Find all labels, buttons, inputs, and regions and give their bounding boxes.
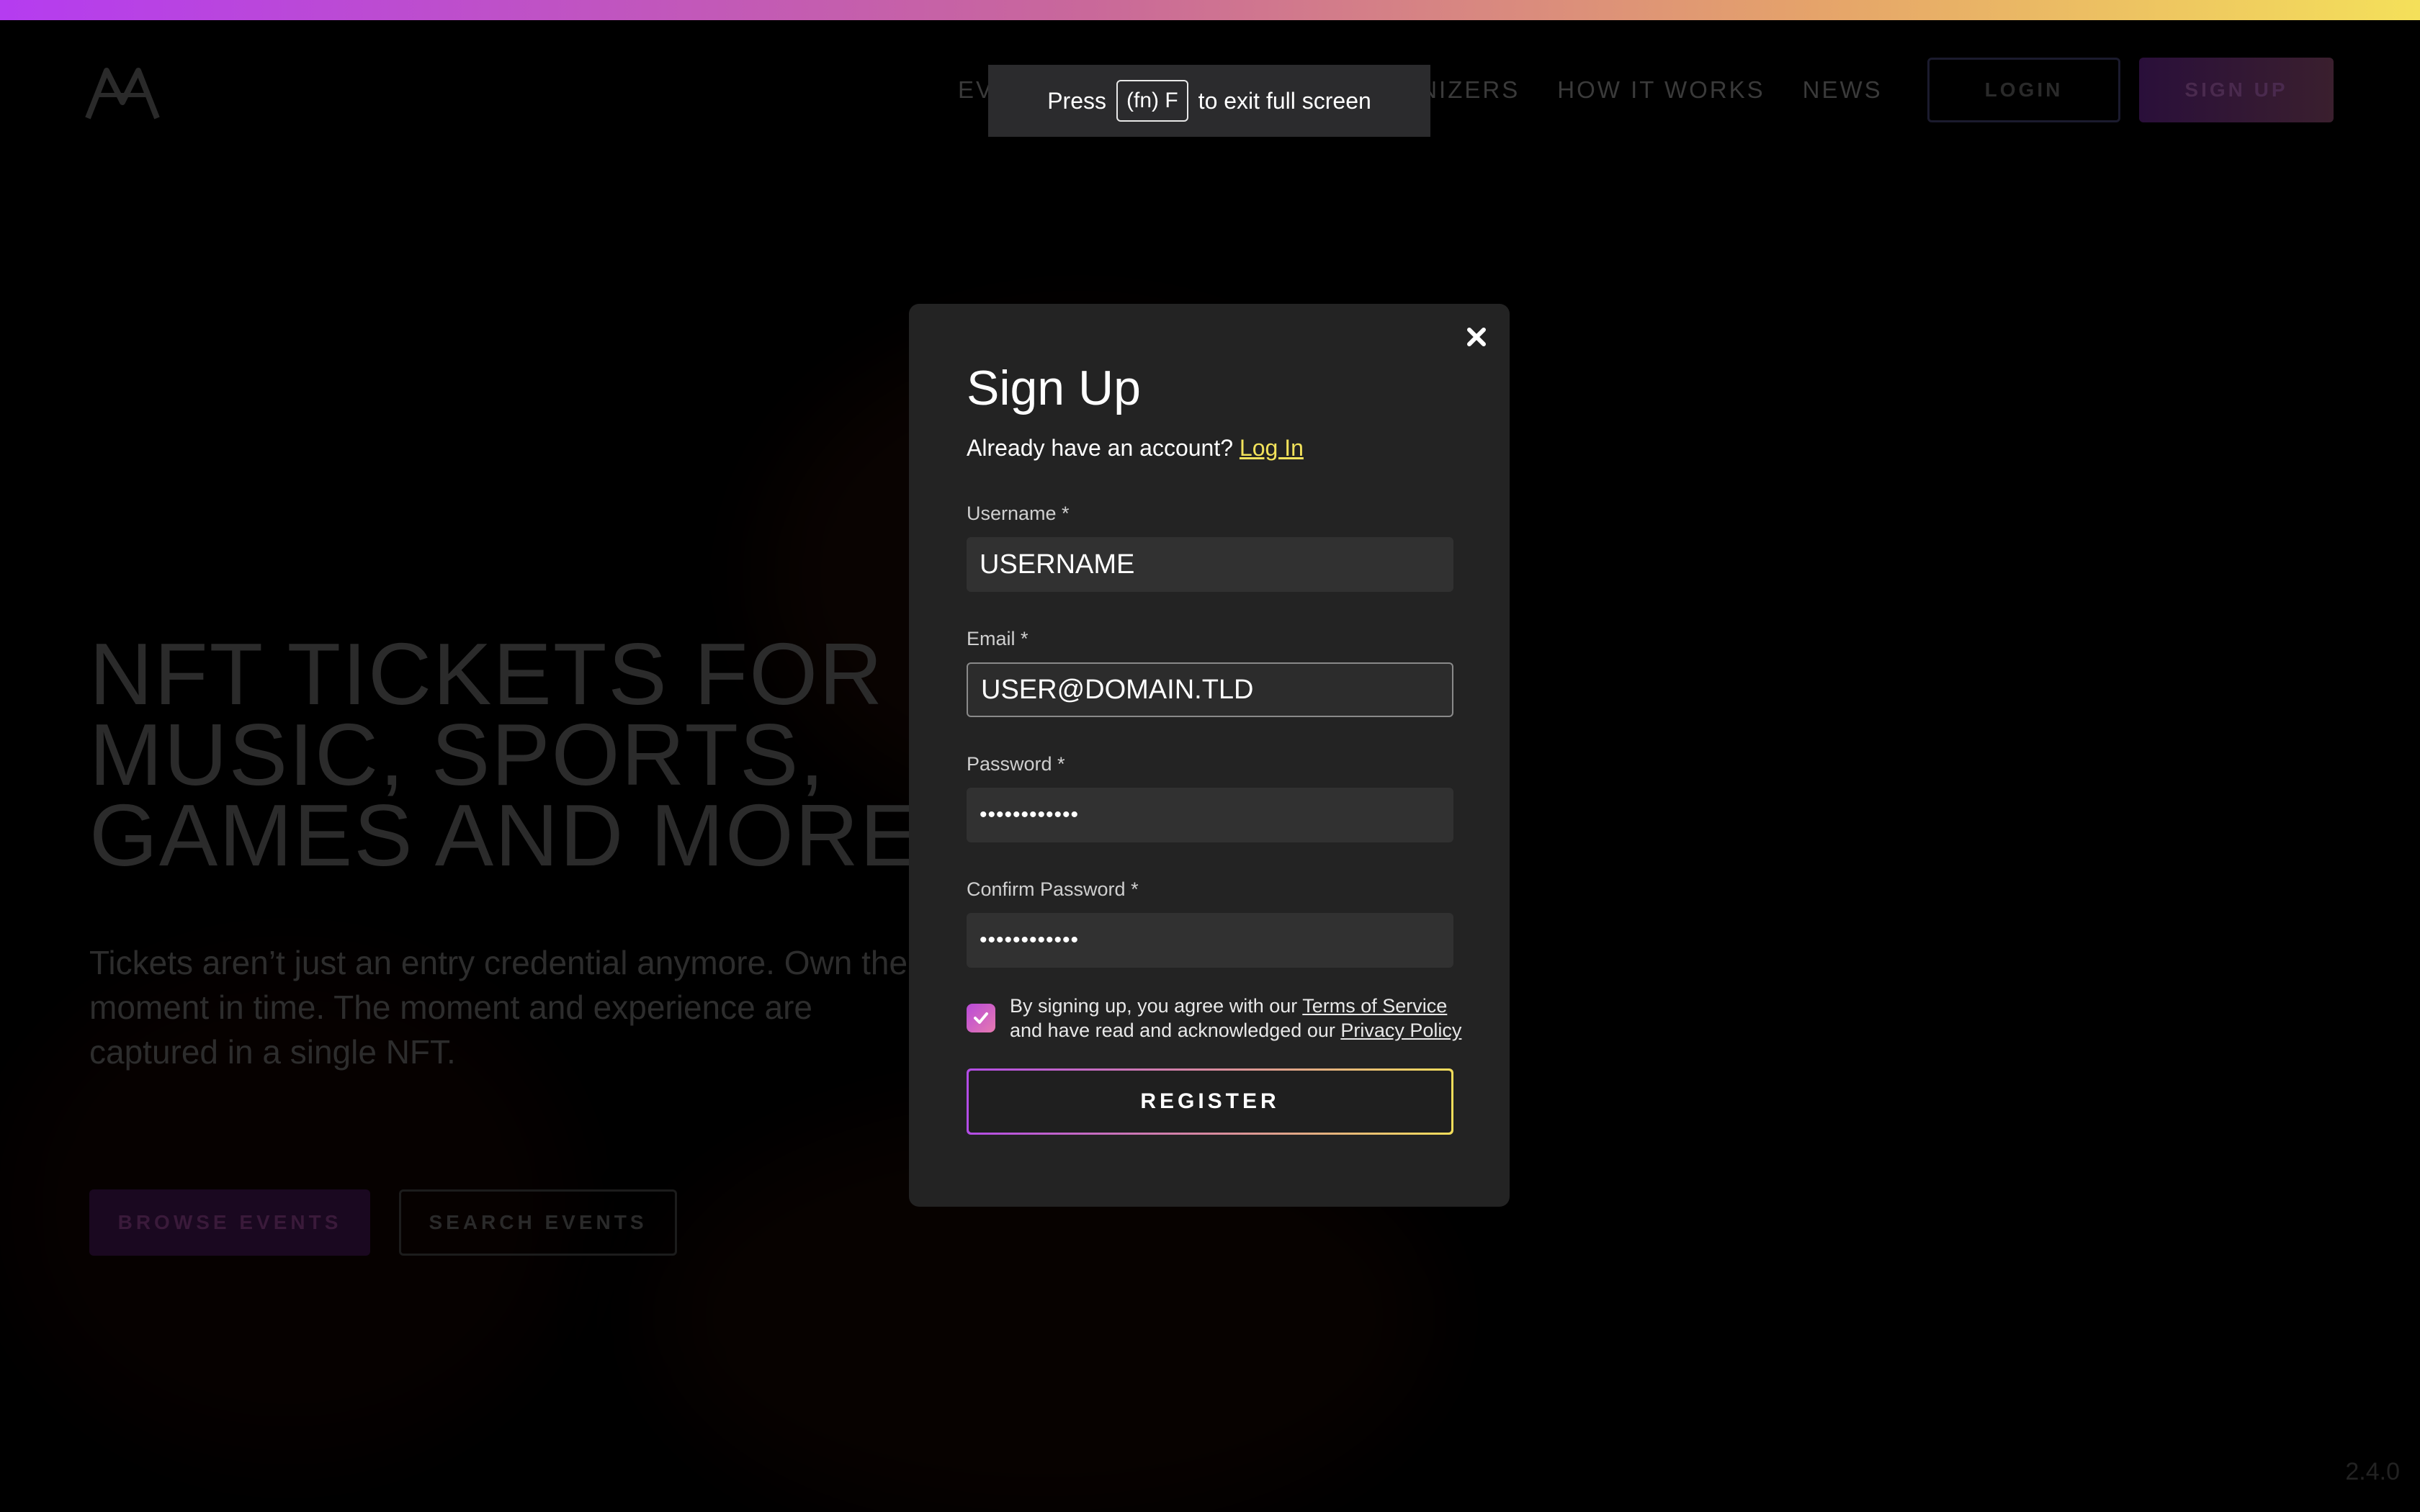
login-prompt: Already have an account? Log In: [967, 435, 1304, 462]
checkmark-icon: [974, 1012, 988, 1024]
hero-subtitle: Tickets aren’t just an entry credential …: [89, 944, 908, 1071]
nav-item-news[interactable]: NEWS: [1803, 76, 1883, 104]
register-button-label: REGISTER: [969, 1071, 1451, 1133]
hero-title: NFT TICKETS FOR MUSIC, SPORTS, GAMES AND…: [89, 625, 946, 884]
terms-checkbox[interactable]: [967, 1004, 995, 1032]
register-button[interactable]: REGISTER: [967, 1068, 1453, 1135]
close-icon[interactable]: [1462, 323, 1491, 351]
terms-of-service-link[interactable]: Terms of Service: [1302, 995, 1447, 1017]
fullscreen-notice-suffix: to exit full screen: [1198, 87, 1371, 114]
privacy-policy-link[interactable]: Privacy Policy: [1340, 1020, 1461, 1041]
version-label: 2.4.0: [2345, 1458, 2400, 1485]
nav-item-how-it-works[interactable]: HOW IT WORKS: [1557, 76, 1765, 104]
username-label: Username *: [967, 503, 1070, 524]
search-events-button[interactable]: SEARCH EVENTS: [399, 1189, 677, 1256]
modal-title: Sign Up: [967, 361, 1141, 415]
header-login-button[interactable]: LOGIN: [1927, 58, 2120, 122]
hero-title-line: NFT TICKETS FOR: [89, 625, 884, 723]
fullscreen-notice: Press (fn) F to exit full screen: [988, 65, 1430, 137]
hero-title-line: GAMES AND MORE.: [89, 786, 946, 884]
header-signup-button[interactable]: SIGN UP: [2139, 58, 2334, 122]
hero-title-line: MUSIC, SPORTS,: [89, 706, 826, 804]
password-label: Password *: [967, 753, 1065, 775]
terms-text-1: By signing up, you agree with our: [1010, 995, 1298, 1017]
email-input[interactable]: USER@DOMAIN.TLD: [967, 662, 1453, 717]
username-input[interactable]: USERNAME: [967, 537, 1453, 592]
email-label: Email *: [967, 628, 1028, 649]
terms-text-2: and have read and acknowledged our: [1010, 1020, 1335, 1041]
top-gradient-bar: [0, 0, 2420, 20]
password-input[interactable]: ••••••••••••: [967, 788, 1453, 842]
fullscreen-key: (fn) F: [1116, 80, 1188, 122]
confirm-password-label: Confirm Password *: [967, 878, 1139, 900]
brand-logo-icon[interactable]: [85, 66, 160, 121]
confirm-password-input[interactable]: ••••••••••••: [967, 913, 1453, 968]
terms-text: By signing up, you agree with our Terms …: [1010, 994, 1471, 1043]
browse-events-button[interactable]: BROWSE EVENTS: [89, 1189, 370, 1256]
login-prompt-text: Already have an account?: [967, 435, 1234, 461]
fullscreen-notice-prefix: Press: [1047, 87, 1106, 114]
login-link[interactable]: Log In: [1240, 435, 1304, 461]
